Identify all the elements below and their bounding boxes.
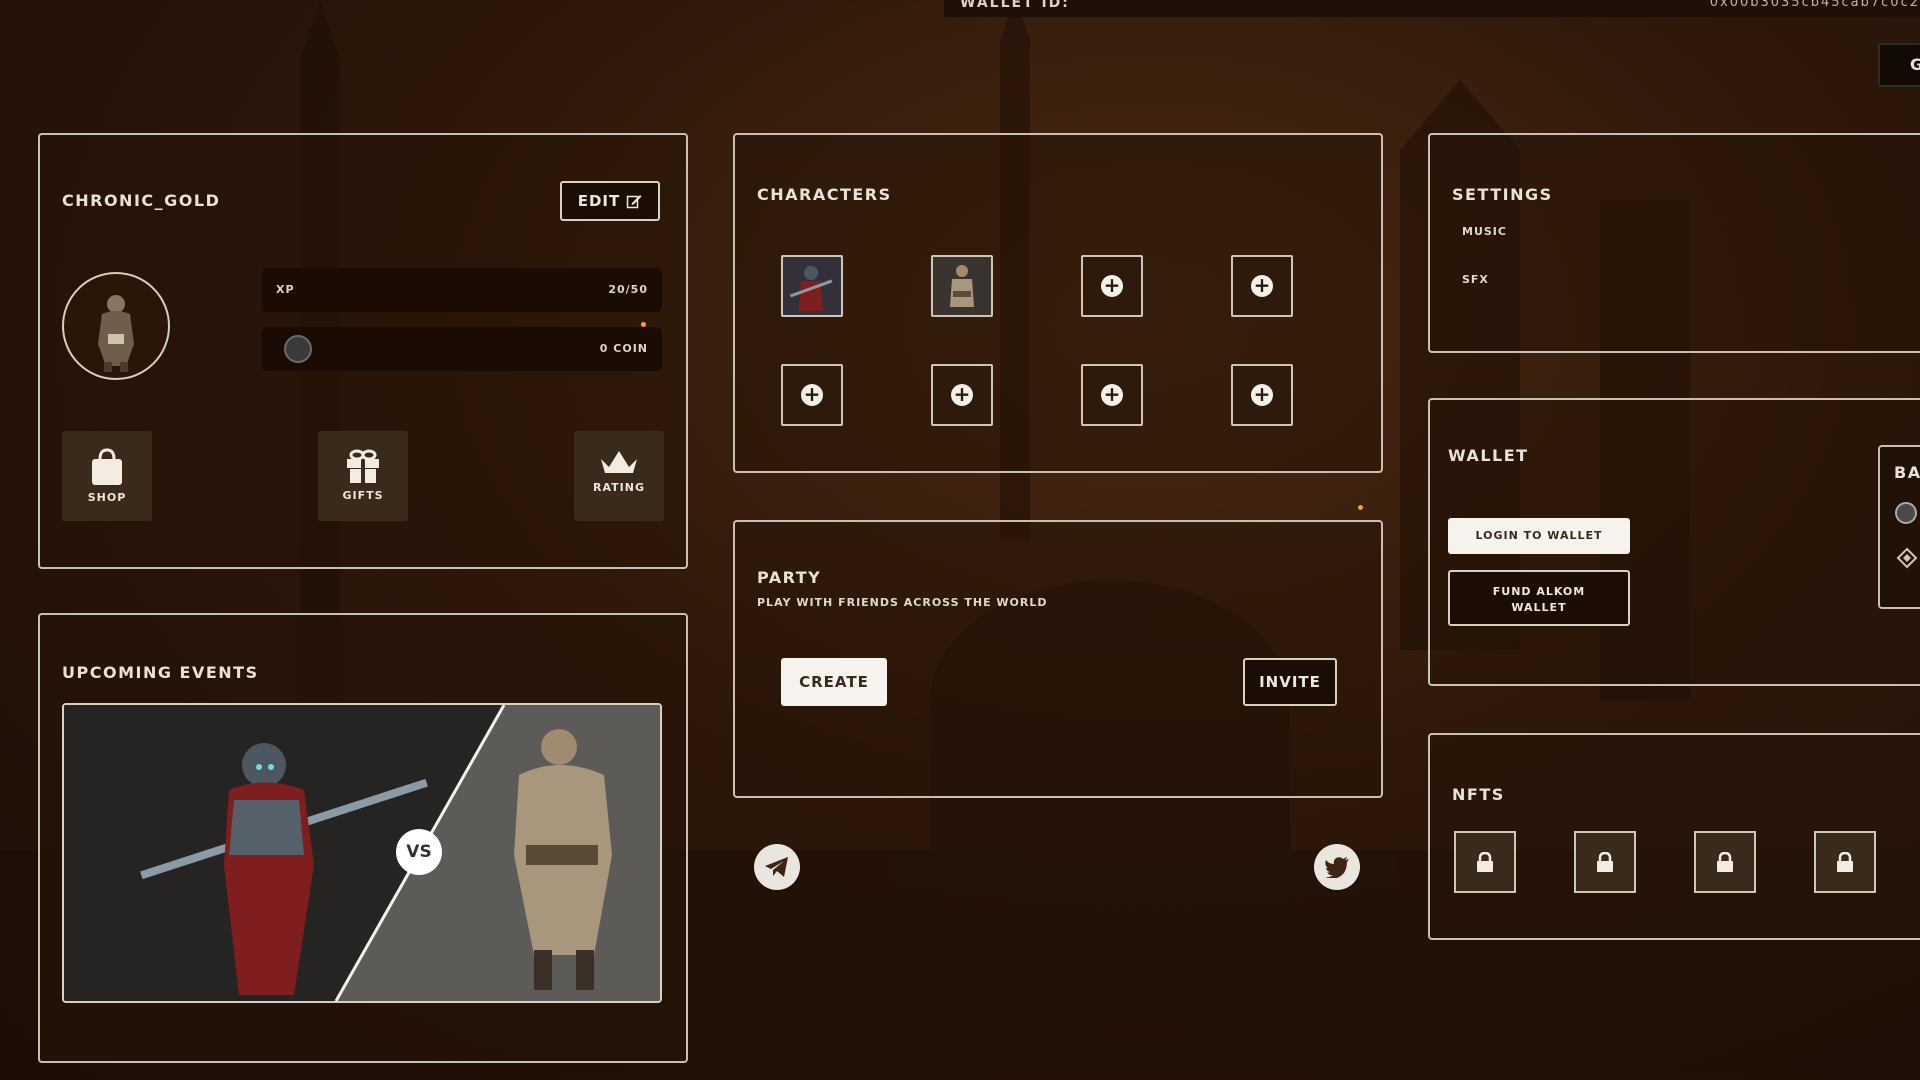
character-slot-2[interactable] [931, 255, 993, 317]
event-banner[interactable]: VS [62, 703, 662, 1003]
rating-button[interactable]: RATING [574, 431, 664, 521]
coin-bar: 0 COIN [262, 327, 662, 371]
gifts-label: GIFTS [342, 489, 384, 502]
add-character-icon: + [951, 384, 973, 406]
wallet-title: WALLET [1448, 446, 1529, 465]
crown-icon [601, 451, 637, 473]
xp-bar: XP 20/50 [262, 268, 662, 312]
wallet-id-bar: WALLET ID: 0x00b3035cb45cab7c0c2 [944, 0, 1920, 17]
gifts-button[interactable]: GIFTS [318, 431, 408, 521]
avatar-character-image [98, 295, 134, 372]
character-slot-4[interactable]: + [1231, 255, 1293, 317]
lock-icon [1477, 852, 1493, 872]
nft-slot-3[interactable] [1694, 831, 1756, 893]
xp-value: 20/50 [608, 283, 648, 296]
nft-slot-1[interactable] [1454, 831, 1516, 893]
party-panel: PARTY PLAY WITH FRIENDS ACROSS THE WORLD… [733, 520, 1383, 798]
telegram-button[interactable] [754, 844, 800, 890]
profile-panel: CHRONIC_GOLD EDIT XP 20/50 0 COIN SHOP G… [38, 133, 688, 569]
party-subtitle: PLAY WITH FRIENDS ACROSS THE WORLD [757, 596, 1048, 609]
fund-wallet-button[interactable]: FUND ALKOM WALLET [1448, 570, 1630, 626]
wallet-panel: WALLET LOGIN TO WALLET FUND ALKOM WALLET [1428, 398, 1920, 686]
music-setting[interactable]: MUSIC [1462, 225, 1507, 238]
sfx-setting[interactable]: SFX [1462, 273, 1489, 286]
character-slot-8[interactable]: + [1231, 364, 1293, 426]
upcoming-events-title: UPCOMING EVENTS [62, 663, 259, 682]
edit-profile-button[interactable]: EDIT [560, 181, 660, 221]
wallet-id-value: 0x00b3035cb45cab7c0c2 [1709, 0, 1920, 10]
nfts-title: NFTS [1452, 785, 1505, 804]
characters-title: CHARACTERS [757, 185, 892, 204]
versus-badge: VS [396, 829, 442, 875]
invite-button[interactable]: INVITE [1243, 658, 1337, 706]
lock-icon [1597, 852, 1613, 872]
coin-icon [284, 335, 312, 363]
character-slot-3[interactable]: + [1081, 255, 1143, 317]
gift-icon [347, 449, 379, 483]
edit-button-label: EDIT [577, 192, 621, 210]
characters-panel: CHARACTERS + + + + + + [733, 133, 1383, 473]
character-slot-1[interactable] [781, 255, 843, 317]
settings-panel: SETTINGS MUSIC SFX [1428, 133, 1920, 353]
settings-title: SETTINGS [1452, 185, 1553, 204]
balance-title: BA [1894, 463, 1920, 482]
telegram-icon [765, 857, 788, 877]
balance-panel: BA [1878, 445, 1920, 609]
character-slot-7[interactable]: + [1081, 364, 1143, 426]
twitter-icon [1325, 857, 1349, 878]
top-right-button-label: G [1910, 55, 1920, 74]
character-slot-6[interactable]: + [931, 364, 993, 426]
add-character-icon: + [1101, 275, 1123, 297]
add-character-icon: + [1251, 275, 1273, 297]
wallet-id-label: WALLET ID: [960, 0, 1070, 11]
upcoming-events-panel: UPCOMING EVENTS VS [38, 613, 688, 1063]
lock-icon [1717, 852, 1733, 872]
edit-icon [627, 195, 642, 209]
xp-label: XP [276, 283, 295, 296]
nft-slot-2[interactable] [1574, 831, 1636, 893]
nft-slot-4[interactable] [1814, 831, 1876, 893]
create-party-button[interactable]: CREATE [781, 658, 887, 706]
add-character-icon: + [801, 384, 823, 406]
shopping-bag-icon [92, 448, 122, 485]
lock-icon [1837, 852, 1853, 872]
username: CHRONIC_GOLD [62, 191, 221, 210]
event-versus-art [64, 705, 660, 1001]
shop-button[interactable]: SHOP [62, 431, 152, 521]
character-slot-5[interactable]: + [781, 364, 843, 426]
avatar[interactable] [62, 272, 170, 380]
login-to-wallet-button[interactable]: LOGIN TO WALLET [1448, 518, 1630, 554]
top-right-button[interactable]: G [1878, 43, 1920, 87]
character-barbarian-thumbnail [933, 257, 991, 315]
twitter-button[interactable] [1314, 844, 1360, 890]
notification-dot [1358, 505, 1363, 510]
add-character-icon: + [1101, 384, 1123, 406]
nfts-panel: NFTS [1428, 733, 1920, 940]
add-character-icon: + [1251, 384, 1273, 406]
party-title: PARTY [757, 568, 822, 587]
shop-label: SHOP [87, 491, 127, 504]
coin-value: 0 COIN [599, 342, 648, 355]
rating-label: RATING [593, 481, 645, 494]
balance-coin-icon [1895, 502, 1917, 524]
balance-diamond-icon [1896, 547, 1918, 569]
character-knight-thumbnail [783, 257, 841, 315]
